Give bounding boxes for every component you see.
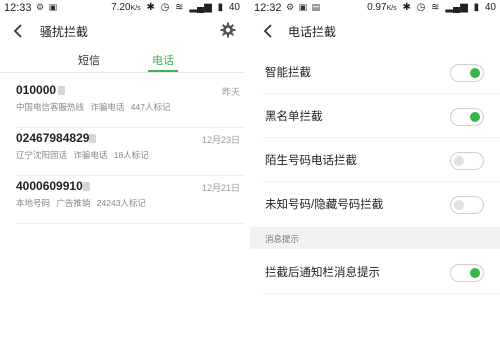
nav-bar: 骚扰拦截	[0, 17, 244, 45]
setting-label: 未知号码/隐藏号码拦截	[265, 199, 384, 211]
wifi-icon: ≋	[175, 2, 184, 13]
wifi-icon: ≋	[431, 2, 440, 13]
settings-button[interactable]	[220, 22, 236, 38]
status-right-group: 0.97K/s ✱ ◷ ≋ ▂▄▆ ▮ 40	[361, 2, 496, 13]
net-speed: 7.20K/s	[108, 2, 141, 13]
photo-icon: ▣	[298, 2, 309, 12]
notification-icon: ⚙	[286, 2, 296, 12]
mark-count: 24243人标记	[96, 198, 146, 208]
status-notification-icons: ⚙ ▣ ▤	[286, 2, 321, 13]
tab-bar: 短信 电话	[0, 48, 244, 72]
bluetooth-icon: ✱	[146, 2, 155, 13]
gear-icon	[220, 22, 236, 38]
status-time: 12:33	[4, 2, 32, 14]
caller-location: 中国电信客服热线	[16, 102, 85, 112]
caller-info: 辽宁沈阳固话 诈骗电话 18人标记	[16, 149, 153, 161]
phone-tag-icon	[89, 134, 96, 143]
setting-label: 黑名单拦截	[265, 111, 323, 123]
setting-stranger-block[interactable]: 陌生号码电话拦截	[250, 138, 500, 182]
status-bar: 12:32 ⚙ ▣ ▤ 0.97K/s ✱ ◷ ≋ ▂▄▆ ▮ 40	[250, 0, 500, 16]
back-button[interactable]	[260, 21, 278, 41]
row-divider	[16, 223, 244, 224]
net-speed-value: 7.20	[111, 2, 131, 13]
stranger-block-toggle[interactable]	[450, 152, 484, 170]
message-icon: ▤	[311, 2, 322, 12]
tab-sms[interactable]: 短信	[78, 52, 100, 68]
caller-number: 4000609910	[16, 179, 83, 193]
setting-label: 拦截后通知栏消息提示	[265, 267, 380, 279]
mark-count: 18人标记	[113, 150, 149, 160]
battery-level: 40	[484, 2, 496, 13]
setting-blacklist-block[interactable]: 黑名单拦截	[250, 94, 500, 138]
net-speed-unit: K/s	[130, 5, 141, 12]
back-button[interactable]	[10, 21, 28, 41]
chevron-left-icon	[13, 24, 22, 38]
clock-icon: ◷	[160, 2, 170, 13]
chevron-left-icon	[263, 24, 272, 38]
tab-calls[interactable]: 电话	[152, 52, 174, 68]
signal-icon: ▂▄▆	[445, 2, 468, 13]
caller-number: 02467984829	[16, 131, 90, 145]
caller-type: 广告推销	[56, 198, 91, 208]
clock-icon: ◷	[416, 2, 426, 13]
net-speed: 0.97K/s	[364, 2, 397, 13]
caller-type: 诈骗电话	[90, 102, 125, 112]
section-title: 消息提示	[265, 234, 300, 244]
notification-icon: ⚙	[36, 2, 46, 12]
bluetooth-icon: ✱	[402, 2, 411, 13]
caller-type: 诈骗电话	[73, 150, 108, 160]
page-title: 电话拦截	[288, 25, 337, 39]
call-record[interactable]: 010000 昨天 中国电信客服热线 诈骗电话 447人标记	[0, 80, 244, 128]
battery-level: 40	[228, 2, 240, 13]
net-speed-unit: K/s	[386, 5, 397, 12]
page-title: 骚扰拦截	[40, 25, 89, 39]
toggle-knob	[470, 68, 480, 78]
section-header: 消息提示	[250, 227, 500, 249]
net-speed-value: 0.97	[367, 2, 387, 13]
setting-smart-block[interactable]: 智能拦截	[250, 50, 500, 94]
call-block-panel: 12:32 ⚙ ▣ ▤ 0.97K/s ✱ ◷ ≋ ▂▄▆ ▮ 40 电话拦截 …	[250, 0, 500, 355]
caller-location: 辽宁沈阳固话	[16, 150, 68, 160]
call-date: 12月21日	[201, 183, 240, 193]
call-record[interactable]: 4000609910 12月21日 本地号码 广告推销 24243人标记	[0, 176, 244, 224]
setting-notify[interactable]: 拦截后通知栏消息提示	[250, 250, 500, 294]
smart-block-toggle[interactable]	[450, 64, 484, 82]
call-date: 12月23日	[201, 135, 240, 145]
nav-bar: 电话拦截	[250, 17, 500, 45]
blacklist-block-toggle[interactable]	[450, 108, 484, 126]
call-record[interactable]: 02467984829 12月23日 辽宁沈阳固话 诈骗电话 18人标记	[0, 128, 244, 176]
battery-icon: ▮	[473, 2, 480, 13]
phone-tag-icon	[83, 182, 90, 191]
status-right-group: 7.20K/s ✱ ◷ ≋ ▂▄▆ ▮ 40	[105, 2, 240, 13]
caller-info: 中国电信客服热线 诈骗电话 447人标记	[16, 101, 174, 113]
signal-icon: ▂▄▆	[189, 2, 212, 13]
row-divider	[262, 293, 500, 294]
photo-icon: ▣	[48, 2, 59, 12]
caller-number: 010000	[16, 83, 57, 97]
call-date: 昨天	[221, 87, 240, 97]
toggle-knob	[470, 268, 480, 278]
battery-icon: ▮	[217, 2, 224, 13]
phone-tag-icon	[58, 86, 65, 95]
toggle-knob	[454, 156, 464, 166]
tab-divider	[0, 72, 244, 73]
unknown-block-toggle[interactable]	[450, 196, 484, 214]
spam-call-panel: 12:33 ⚙ ▣ 7.20K/s ✱ ◷ ≋ ▂▄▆ ▮ 40 骚扰拦截 短信…	[0, 0, 244, 355]
setting-label: 智能拦截	[265, 67, 311, 79]
mark-count: 447人标记	[130, 102, 171, 112]
setting-unknown-block[interactable]: 未知号码/隐藏号码拦截	[250, 182, 500, 226]
toggle-knob	[470, 112, 480, 122]
notify-toggle[interactable]	[450, 264, 484, 282]
caller-info: 本地号码 广告推销 24243人标记	[16, 197, 150, 209]
toggle-knob	[454, 200, 464, 210]
status-time: 12:32	[254, 2, 282, 14]
status-notification-icons: ⚙ ▣	[36, 2, 58, 13]
setting-label: 陌生号码电话拦截	[265, 155, 357, 167]
status-bar: 12:33 ⚙ ▣ 7.20K/s ✱ ◷ ≋ ▂▄▆ ▮ 40	[0, 0, 244, 16]
caller-location: 本地号码	[16, 198, 51, 208]
